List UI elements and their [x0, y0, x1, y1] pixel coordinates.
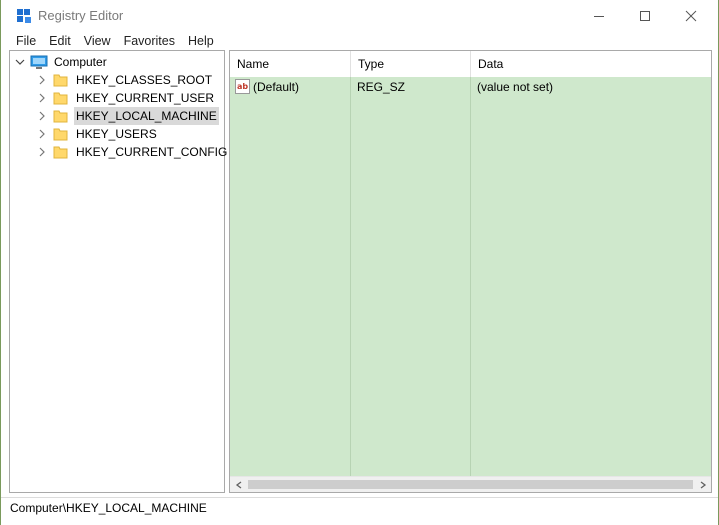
tree-item-hkey-users[interactable]: HKEY_USERS [36, 125, 159, 143]
registry-editor-window: Registry Editor File Edit View Favorites… [0, 0, 719, 525]
status-bar-path: Computer\HKEY_LOCAL_MACHINE [1, 497, 718, 519]
tree-item-hkey-current-user[interactable]: HKEY_CURRENT_USER [36, 89, 216, 107]
scroll-right-button[interactable] [694, 477, 711, 492]
column-divider [350, 77, 351, 476]
menu-help[interactable]: Help [182, 32, 220, 50]
chevron-left-icon [235, 481, 241, 489]
column-header-data[interactable]: Data [471, 51, 711, 77]
computer-icon [30, 55, 48, 70]
minimize-icon [594, 15, 604, 17]
chevron-right-icon[interactable] [36, 125, 48, 143]
chevron-right-icon [700, 481, 706, 489]
table-row[interactable]: ab (Default) REG_SZ (value not set) [230, 77, 711, 97]
chevron-down-icon[interactable] [14, 53, 26, 71]
tree-item-computer[interactable]: Computer [14, 53, 109, 71]
value-type: REG_SZ [357, 80, 406, 94]
maximize-button[interactable] [622, 0, 668, 31]
tree-item-label: HKEY_USERS [76, 127, 157, 141]
menu-bar: File Edit View Favorites Help [1, 32, 718, 50]
chevron-right-icon[interactable] [36, 107, 48, 125]
tree-item-hkey-classes-root[interactable]: HKEY_CLASSES_ROOT [36, 71, 214, 89]
tree-item-label: HKEY_CURRENT_USER [76, 91, 215, 105]
tree-item-label: HKEY_CLASSES_ROOT [76, 73, 213, 87]
chevron-right-icon[interactable] [36, 71, 48, 89]
value-data: (value not set) [477, 80, 554, 94]
tree-item-hkey-current-config[interactable]: HKEY_CURRENT_CONFIG [36, 143, 229, 161]
tree-item-label: HKEY_CURRENT_CONFIG [76, 145, 228, 159]
title-bar[interactable]: Registry Editor [1, 0, 718, 32]
registry-icon [16, 8, 32, 24]
tree-item-hkey-local-machine[interactable]: HKEY_LOCAL_MACHINE [36, 107, 219, 125]
close-icon [685, 10, 697, 21]
window-title: Registry Editor [38, 8, 124, 23]
scrollbar-thumb[interactable] [248, 480, 693, 489]
folder-icon [53, 109, 68, 123]
minimize-button[interactable] [576, 0, 622, 31]
key-tree[interactable]: Computer HKEY_CLASSES_ROOT HKEY_CURRENT_… [9, 50, 227, 493]
menu-view[interactable]: View [78, 32, 117, 50]
scroll-left-button[interactable] [230, 477, 247, 492]
string-value-icon: ab [235, 79, 250, 94]
folder-icon [53, 145, 68, 159]
chevron-right-icon[interactable] [36, 143, 48, 161]
close-button[interactable] [668, 0, 714, 31]
tree-item-label: HKEY_LOCAL_MACHINE [74, 107, 219, 125]
column-divider [470, 77, 471, 476]
column-header-name[interactable]: Name [230, 51, 351, 77]
chevron-right-icon[interactable] [36, 89, 48, 107]
folder-icon [53, 127, 68, 141]
horizontal-scrollbar[interactable] [230, 476, 711, 492]
menu-edit[interactable]: Edit [43, 32, 77, 50]
menu-favorites[interactable]: Favorites [118, 32, 181, 50]
menu-file[interactable]: File [10, 32, 42, 50]
tree-root-label: Computer [54, 55, 107, 69]
maximize-icon [640, 10, 650, 21]
folder-icon [53, 73, 68, 87]
column-header-type[interactable]: Type [351, 51, 471, 77]
folder-icon [53, 91, 68, 105]
svg-text:ab: ab [237, 82, 248, 91]
value-name: (Default) [253, 80, 300, 94]
values-list[interactable]: Name Type Data ab (Default) REG_SZ (valu… [229, 50, 712, 493]
